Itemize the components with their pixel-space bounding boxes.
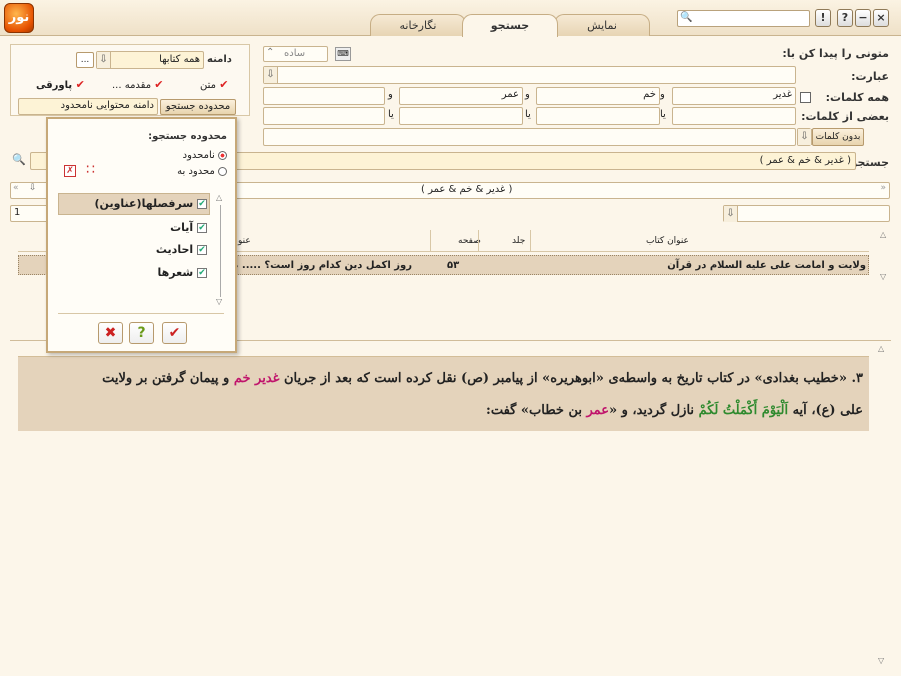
dropdown-arrow-icon: ⇩ bbox=[97, 52, 111, 68]
all-words-label: همه کلمات: bbox=[825, 91, 889, 104]
all-words-input-1[interactable]: غدیر bbox=[672, 87, 796, 105]
content-scope-display: دامنه محتوایی نامحدود bbox=[18, 98, 158, 115]
list-item[interactable]: ✔ آیات bbox=[170, 218, 207, 238]
help-button[interactable]: ? bbox=[837, 9, 853, 27]
more-button[interactable]: ... bbox=[76, 52, 94, 68]
nav-prev-icon[interactable]: « bbox=[13, 183, 19, 193]
global-search-input[interactable]: 🔍 bbox=[677, 10, 810, 27]
dropdown-arrow-icon[interactable]: ⇩ bbox=[29, 183, 37, 193]
or-label: یا bbox=[388, 109, 394, 120]
mode-label: ساده bbox=[284, 48, 306, 59]
list-item[interactable]: ✔ سرفصلها(عناوین) bbox=[95, 194, 207, 214]
popup-title: محدوده جستجو: bbox=[148, 131, 227, 142]
dropdown-arrow-icon[interactable]: ⇩ bbox=[264, 67, 278, 83]
scope-label: دامنه bbox=[207, 54, 232, 65]
search-scope-popup: محدوده جستجو: نامحدود محدود به ✗ ∷ ✔ سرف… bbox=[46, 117, 237, 353]
and-label: و bbox=[660, 89, 665, 100]
phrase-input[interactable]: ⇩ bbox=[263, 66, 796, 84]
text-view: ۳. «خطیب بغدادی» در کتاب تاریخ به واسطه‌… bbox=[18, 356, 869, 431]
tab-display[interactable]: نمایش bbox=[554, 14, 650, 36]
all-words-checkbox[interactable] bbox=[800, 92, 811, 103]
page-cell: ۵۳ bbox=[447, 260, 460, 271]
some-words-label: بعضی از کلمات: bbox=[801, 110, 889, 123]
check-text[interactable]: ✔ متن bbox=[200, 78, 228, 91]
some-words-input-3[interactable] bbox=[399, 107, 523, 125]
help-icon[interactable]: ? bbox=[129, 322, 154, 344]
highlight-match: غدیر خم bbox=[233, 371, 280, 386]
mode-select[interactable]: ⌃ ساده bbox=[263, 46, 328, 62]
grid-icon[interactable]: ∷ bbox=[86, 163, 100, 177]
deselect-all-icon[interactable]: ✗ bbox=[64, 165, 76, 177]
column-book-title[interactable]: عنوان کتاب bbox=[646, 236, 689, 246]
alert-button[interactable]: ! bbox=[815, 9, 831, 27]
text-line-2: علی (ع)، آیه اَلْيَوْمَ أَكْمَلْتُ لَكُم… bbox=[486, 403, 863, 418]
scroll-down-icon[interactable]: ▽ bbox=[216, 297, 222, 306]
quran-verse: اَلْيَوْمَ أَكْمَلْتُ لَكُمْ bbox=[698, 403, 789, 418]
phrase-label: عبارت: bbox=[851, 70, 889, 83]
all-words-input-3[interactable]: عمر bbox=[399, 87, 523, 105]
minimize-button[interactable]: − bbox=[855, 9, 871, 27]
table-scrollbar[interactable]: △ ▽ bbox=[880, 230, 890, 282]
all-words-input-4[interactable] bbox=[263, 87, 385, 105]
scroll-down-icon[interactable]: ▽ bbox=[878, 656, 884, 665]
filter-select[interactable]: ⇩ bbox=[723, 205, 890, 222]
column-volume[interactable]: جلد bbox=[512, 236, 525, 246]
check-footnote[interactable]: ✔ پاورقی bbox=[36, 78, 85, 91]
tab-search[interactable]: جستجو bbox=[462, 14, 558, 37]
close-button[interactable]: × bbox=[873, 9, 889, 27]
cancel-button[interactable]: ✖ bbox=[98, 322, 123, 344]
without-words-button[interactable]: بدون کلمات bbox=[812, 128, 864, 146]
scope-select[interactable]: ⇩ همه کتابها bbox=[96, 51, 204, 69]
without-words-dropdown[interactable]: ⇩ bbox=[797, 128, 812, 146]
without-words-input[interactable] bbox=[263, 128, 796, 146]
all-words-input-2[interactable]: خم bbox=[536, 87, 660, 105]
tab-gallery[interactable]: نگارخانه bbox=[370, 14, 466, 36]
column-heading[interactable]: عنو bbox=[238, 236, 251, 246]
confirm-button[interactable]: ✔ bbox=[162, 322, 187, 344]
or-label: یا bbox=[525, 109, 531, 120]
or-label: یا bbox=[660, 109, 666, 120]
some-words-input-4[interactable] bbox=[263, 107, 385, 125]
scroll-up-icon[interactable]: △ bbox=[878, 344, 884, 353]
popup-scrollbar[interactable]: △ ▽ bbox=[216, 193, 226, 309]
some-words-input-2[interactable] bbox=[536, 107, 660, 125]
text-line-1: ۳. «خطیب بغدادی» در کتاب تاریخ به واسطه‌… bbox=[102, 371, 863, 386]
scroll-down-icon[interactable]: ▽ bbox=[880, 272, 886, 281]
text-scrollbar[interactable]: △ ▽ bbox=[878, 344, 890, 668]
nav-next-icon[interactable]: » bbox=[880, 183, 886, 193]
dropdown-arrow-icon: ⇩ bbox=[798, 129, 812, 145]
book-title-cell: ولایت و امامت علی علیه السلام در قرآن bbox=[667, 260, 866, 271]
chevron-up-icon: ⌃ bbox=[266, 47, 275, 58]
keyboard-icon[interactable]: ⌨ bbox=[335, 47, 351, 61]
option-limited[interactable]: محدود به bbox=[177, 166, 227, 177]
list-item[interactable]: ✔ احادیث bbox=[156, 240, 207, 260]
search-scope-button[interactable]: محدوده جستجو bbox=[160, 99, 236, 115]
and-label: و bbox=[525, 89, 530, 100]
some-words-input-1[interactable] bbox=[672, 107, 796, 125]
heading-cell: روز اکمل دین کدام روز است؟ ..... ص bbox=[224, 260, 412, 271]
search-icon[interactable]: 🔍 bbox=[12, 153, 28, 169]
option-unlimited[interactable]: نامحدود bbox=[183, 150, 227, 161]
search-form-title: متونی را پیدا کن با: bbox=[782, 47, 889, 60]
app-logo[interactable]: نور bbox=[4, 3, 34, 33]
dropdown-arrow-icon: ⇩ bbox=[724, 206, 738, 222]
search-icon[interactable]: 🔍 bbox=[680, 12, 692, 23]
page-number-field[interactable]: 1 bbox=[10, 205, 50, 222]
check-intro[interactable]: ✔ مقدمه ... bbox=[112, 78, 164, 91]
list-item[interactable]: ✔ شعرها bbox=[158, 263, 207, 283]
scroll-up-icon[interactable]: △ bbox=[216, 193, 222, 202]
scroll-up-icon[interactable]: △ bbox=[880, 230, 886, 239]
highlight-match: عمر bbox=[586, 403, 609, 418]
and-label: و bbox=[388, 89, 393, 100]
divider bbox=[58, 313, 224, 314]
